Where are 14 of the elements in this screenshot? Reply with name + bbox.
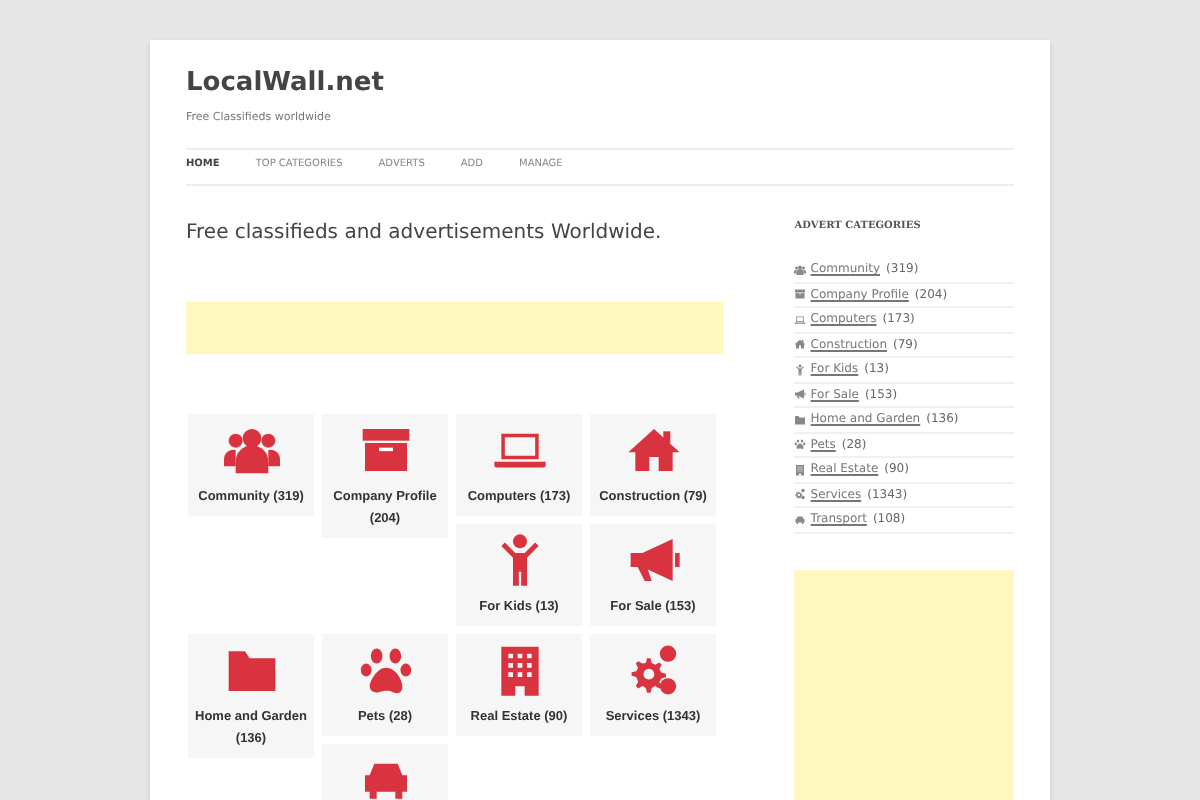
laptop-icon	[794, 313, 807, 326]
child-icon	[794, 363, 807, 376]
intro-text: Free classifieds and advertisements Worldwide.	[186, 221, 664, 246]
category-tile[interactable]	[322, 744, 448, 800]
box-icon	[794, 288, 807, 301]
folder-icon	[794, 413, 807, 426]
people-icon	[794, 263, 807, 276]
car-icon	[794, 513, 807, 526]
gears-icon	[794, 488, 807, 501]
building-icon	[794, 463, 807, 476]
megaphone-icon	[794, 388, 807, 401]
house-icon	[794, 338, 807, 351]
paw-icon	[794, 438, 807, 451]
site-title[interactable]: LocalWall.net	[186, 68, 1014, 101]
